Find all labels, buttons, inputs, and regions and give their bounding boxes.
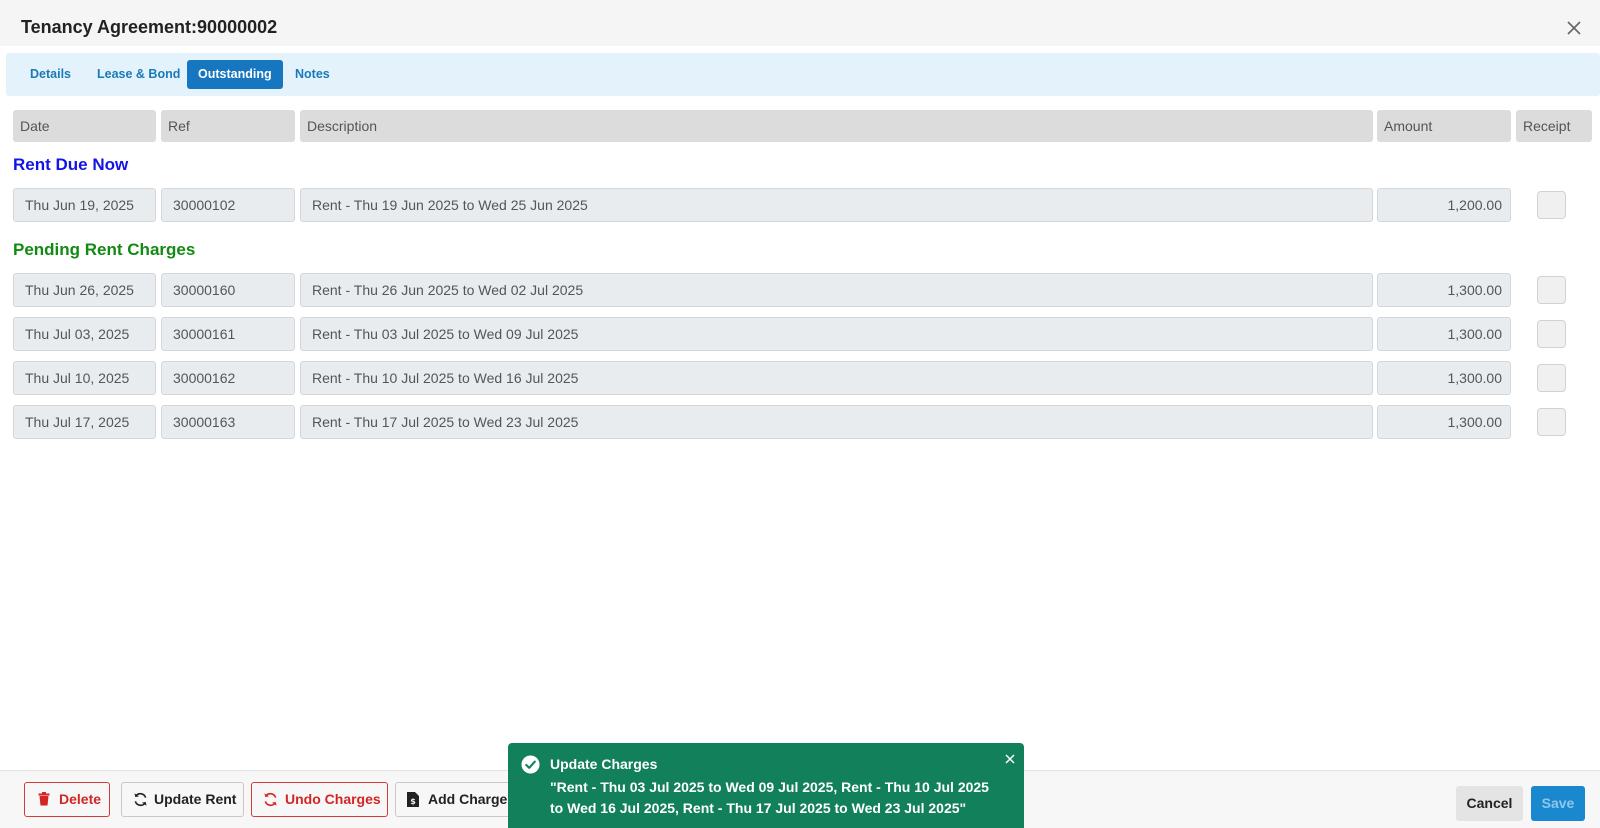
tab-details[interactable]: Details	[19, 60, 82, 89]
refresh-icon	[133, 792, 148, 810]
cancel-button[interactable]: Cancel	[1456, 786, 1523, 821]
row-amount: 1,300.00	[1377, 405, 1511, 439]
tab-bar: Details Lease & Bond Outstanding Notes	[6, 53, 1600, 96]
toast-notification: Update Charges "Rent - Thu 03 Jul 2025 t…	[508, 743, 1024, 828]
add-charge-button-label: Add Charge	[428, 791, 508, 807]
row-description: Rent - Thu 03 Jul 2025 to Wed 09 Jul 202…	[300, 317, 1373, 351]
receipt-checkbox[interactable]	[1537, 320, 1566, 348]
column-header-receipt: Receipt	[1516, 110, 1592, 142]
receipt-checkbox[interactable]	[1537, 364, 1566, 392]
row-ref: 30000102	[161, 188, 295, 222]
row-amount: 1,300.00	[1377, 273, 1511, 307]
row-date: Thu Jun 26, 2025	[13, 273, 156, 307]
close-icon[interactable]	[1004, 752, 1016, 770]
update-rent-button-label: Update Rent	[154, 791, 237, 807]
tab-outstanding[interactable]: Outstanding	[187, 60, 283, 89]
dialog-title: Tenancy Agreement:90000002	[21, 17, 278, 37]
row-description: Rent - Thu 17 Jul 2025 to Wed 23 Jul 202…	[300, 405, 1373, 439]
row-amount: 1,200.00	[1377, 188, 1511, 222]
row-description: Rent - Thu 19 Jun 2025 to Wed 25 Jun 202…	[300, 188, 1373, 222]
toast-message: "Rent - Thu 03 Jul 2025 to Wed 09 Jul 20…	[550, 779, 989, 816]
delete-button-label: Delete	[59, 791, 102, 807]
row-date: Thu Jun 19, 2025	[13, 188, 156, 222]
row-ref: 30000163	[161, 405, 295, 439]
column-header-ref: Ref	[161, 110, 295, 142]
svg-text:$: $	[410, 797, 416, 806]
row-amount: 1,300.00	[1377, 317, 1511, 351]
tab-lease-bond[interactable]: Lease & Bond	[86, 60, 191, 89]
close-icon[interactable]	[1564, 18, 1584, 38]
dialog-header: Tenancy Agreement:90000002	[0, 0, 1600, 46]
refresh-icon	[263, 792, 278, 810]
update-rent-button[interactable]: Update Rent	[121, 782, 244, 817]
column-header-description: Description	[300, 110, 1373, 142]
column-header-date: Date	[13, 110, 156, 142]
tab-notes[interactable]: Notes	[284, 60, 341, 89]
undo-charges-button-label: Undo Charges	[285, 791, 381, 807]
check-circle-icon	[521, 755, 540, 779]
row-date: Thu Jul 10, 2025	[13, 361, 156, 395]
receipt-checkbox[interactable]	[1537, 191, 1566, 219]
trash-icon	[38, 792, 50, 809]
row-ref: 30000161	[161, 317, 295, 351]
section-title-pending-rent-charges: Pending Rent Charges	[13, 240, 196, 259]
row-ref: 30000160	[161, 273, 295, 307]
save-button[interactable]: Save	[1531, 786, 1585, 821]
row-description: Rent - Thu 10 Jul 2025 to Wed 16 Jul 202…	[300, 361, 1373, 395]
row-amount: 1,300.00	[1377, 361, 1511, 395]
receipt-checkbox[interactable]	[1537, 408, 1566, 436]
row-description: Rent - Thu 26 Jun 2025 to Wed 02 Jul 202…	[300, 273, 1373, 307]
row-ref: 30000162	[161, 361, 295, 395]
undo-charges-button[interactable]: Undo Charges	[251, 782, 388, 817]
toast-title: Update Charges	[550, 756, 658, 772]
row-date: Thu Jul 17, 2025	[13, 405, 156, 439]
section-title-rent-due-now: Rent Due Now	[13, 155, 129, 174]
delete-button[interactable]: Delete	[24, 782, 110, 817]
receipt-checkbox[interactable]	[1537, 276, 1566, 304]
document-dollar-icon: $	[407, 792, 419, 810]
add-charge-button[interactable]: $ Add Charge	[395, 782, 515, 817]
row-date: Thu Jul 03, 2025	[13, 317, 156, 351]
column-header-amount: Amount	[1377, 110, 1511, 142]
